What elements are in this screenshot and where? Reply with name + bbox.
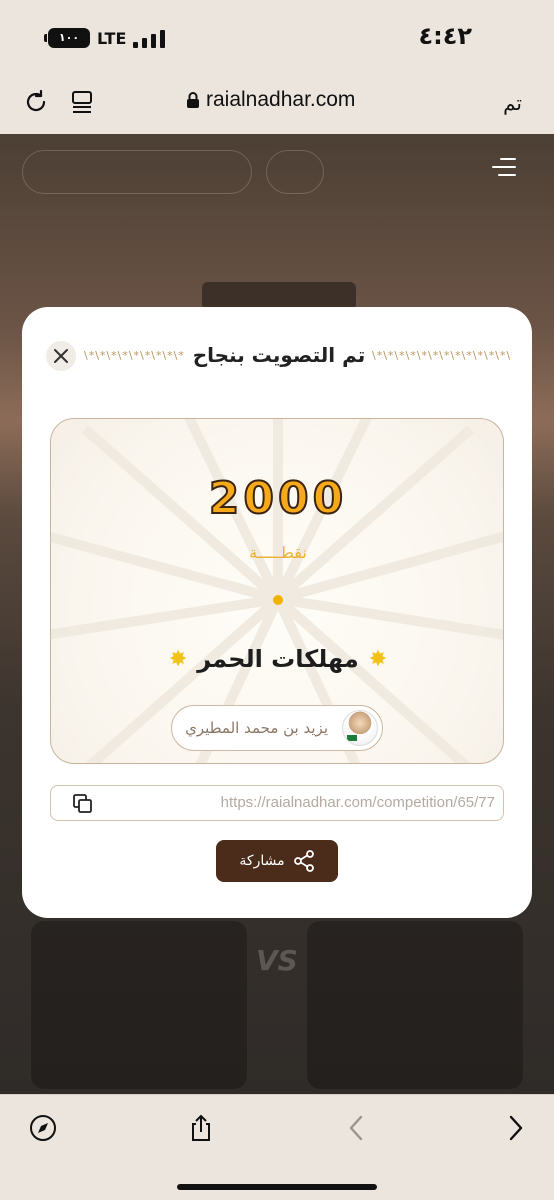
- battery-indicator: ١٠٠: [44, 28, 90, 48]
- share-icon: [293, 850, 314, 872]
- lock-icon: [187, 92, 199, 108]
- signal-icon: [133, 28, 165, 48]
- team-name: مهلكات الحمر: [197, 645, 359, 673]
- forward-icon[interactable]: [502, 1113, 532, 1143]
- points-label: نقطـــــة: [249, 543, 307, 562]
- status-time: ٤:٤٢: [418, 22, 472, 50]
- address-bar: raialnadhar.com تم: [0, 78, 554, 134]
- menu-icon: [492, 158, 516, 176]
- title-decoration: \*\*\*\*\*\*\*\*\*\*\*\*\*\*\*: [372, 349, 512, 362]
- background-timer: [202, 282, 356, 310]
- points-value: 2000: [208, 472, 348, 525]
- share-link-text: https://raialnadhar.com/competition/65/7…: [220, 794, 495, 811]
- compass-icon[interactable]: [28, 1113, 58, 1143]
- url-text: raialnadhar.com: [206, 88, 356, 111]
- url-field[interactable]: raialnadhar.com: [186, 88, 355, 112]
- share-link-field[interactable]: https://raialnadhar.com/competition/65/7…: [50, 785, 504, 821]
- modal-title: تم التصويت بنجاح: [192, 343, 366, 367]
- network-type: LTE: [97, 29, 127, 48]
- background-profile-pill: [22, 150, 252, 194]
- modal-header: \*\*\*\*\*\*\*\*\*\*\*\*\*\*\* تم التصوي…: [22, 337, 532, 377]
- background-competitor-card: [30, 920, 248, 1090]
- share-sheet-icon[interactable]: [186, 1113, 216, 1143]
- back-icon[interactable]: [342, 1113, 372, 1143]
- browser-toolbar: [0, 1094, 554, 1200]
- background-vs-label: VS: [256, 944, 298, 977]
- voter-pill: يزيد بن محمد المطيري: [171, 705, 383, 751]
- done-button[interactable]: تم: [503, 91, 522, 115]
- close-button[interactable]: [46, 341, 76, 371]
- status-bar: ١٠٠ LTE ٤:٤٢: [0, 0, 554, 78]
- star-icon: ✸: [368, 646, 388, 672]
- share-button-label: مشاركة: [239, 853, 285, 869]
- close-icon: [54, 349, 68, 363]
- voter-name: يزيد بن محمد المطيري: [185, 719, 328, 737]
- avatar: [342, 710, 378, 746]
- copy-icon[interactable]: [73, 794, 93, 814]
- star-icon: ✸: [168, 646, 188, 672]
- reload-icon[interactable]: [22, 88, 50, 116]
- title-decoration: \*\*\*\*\*\*\*\*\*\*\*\*\*\*\*: [84, 349, 184, 362]
- vote-success-modal: \*\*\*\*\*\*\*\*\*\*\*\*\*\*\* تم التصوي…: [22, 307, 532, 918]
- team-name-row: ✸ مهلكات الحمر ✸: [51, 645, 503, 673]
- background-cart-button: [266, 150, 324, 194]
- background-competitor-card: [306, 920, 524, 1090]
- reader-icon[interactable]: [68, 88, 96, 116]
- divider-dot: [273, 595, 283, 605]
- share-button[interactable]: مشاركة: [216, 840, 338, 882]
- home-indicator: [177, 1184, 377, 1190]
- result-card: 2000 نقطـــــة ✸ مهلكات الحمر ✸ يزيد بن …: [50, 418, 504, 764]
